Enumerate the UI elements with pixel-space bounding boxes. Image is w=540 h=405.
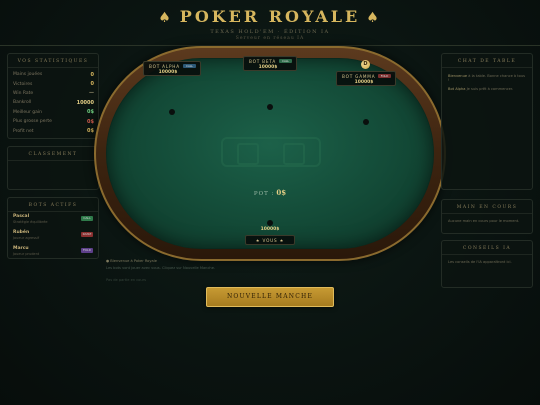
stat-value: 0$ — [87, 128, 94, 135]
chat-author: Bot Alpha — [448, 87, 466, 91]
leaderboard-panel: CLASSEMENT — [7, 146, 99, 190]
player-action-badge: CALL — [81, 216, 93, 221]
log-message: Les bots vont jouer avec vous. Cliquez s… — [106, 266, 216, 270]
chat-title: CHAT DE TABLE — [442, 54, 532, 68]
player-action-badge: FOLD — [81, 248, 93, 253]
seat-bot-alpha[interactable]: BOT ALPHA 10000$ CALL — [143, 61, 201, 76]
dealer-button: D — [361, 60, 370, 69]
new-round-button[interactable]: NOUVELLE MANCHE — [206, 287, 334, 307]
stat-value: 10000 — [76, 99, 94, 106]
app-subtitle: TEXAS HOLD'EM · ÉDITION IA — [210, 29, 330, 35]
stat-value: 0$ — [87, 118, 94, 125]
stat-label: Profit net — [13, 128, 34, 134]
seat-marker — [169, 109, 175, 115]
stats-title: VOS STATISTIQUES — [8, 54, 98, 68]
stat-label: Mains jouées — [13, 72, 43, 78]
stat-value: 0$ — [87, 109, 94, 116]
seat-you[interactable]: ★ VOUS ★ — [245, 235, 295, 245]
seat-name: ★ VOUS ★ — [255, 238, 285, 243]
seat-action-badge: FOLD — [378, 74, 391, 78]
seat-chips: 10000$ — [354, 80, 374, 85]
chat-panel: CHAT DE TABLE Bienvenue à la table. Bonn… — [441, 53, 533, 190]
log-welcome: ● Bienvenue à Poker Royale — [106, 259, 157, 263]
stat-label: Win Rate — [13, 90, 34, 96]
stat-row: Win Rate — — [8, 89, 98, 98]
stat-value: — — [89, 90, 94, 97]
chat-message: Bienvenue à la table. Bonne chance à tou… — [442, 68, 532, 82]
ai-players-panel: BOTS ACTIFS Pascal Stratégie équilibrée … — [7, 197, 99, 259]
app-title: ♠ POKER ROYALE ♠ — [0, 7, 540, 26]
seat-marker — [267, 104, 273, 110]
app-subtitle-secondary: Serveur en réseau IA — [235, 36, 305, 41]
header: ♠ POKER ROYALE ♠ TEXAS HOLD'EM · ÉDITION I… — [0, 0, 540, 46]
stat-row: Meilleur gain 0$ — [8, 108, 98, 117]
ai-advice-text: Les conseils de l'IA apparaîtront ici. — [448, 260, 512, 264]
stat-value: 0 — [90, 81, 94, 88]
seat-chips: 10000$ — [158, 70, 178, 75]
player-chips: 10000$ — [260, 227, 280, 232]
ai-advice-title: CONSEILS IA — [442, 241, 532, 255]
spade-icon: ♠ — [366, 10, 382, 26]
stats-panel: VOS STATISTIQUES Mains jouées 0 Victoires… — [7, 53, 99, 139]
spade-icon: ♠ — [158, 10, 174, 26]
seat-bot-beta[interactable]: BOT BETA 10000$ CALL — [243, 56, 297, 71]
list-item[interactable]: Marcu Joueur prudent FOLD — [8, 244, 98, 260]
list-item[interactable]: Pascal Stratégie équilibrée CALL — [8, 212, 98, 228]
list-item[interactable]: Rubén Joueur agressif RAISE — [8, 228, 98, 244]
current-hand-panel: MAIN EN COURS Aucune main en cours pour … — [441, 199, 533, 234]
log-status: Pas de partie en cours — [106, 278, 147, 282]
seat-marker — [363, 119, 369, 125]
player-action-badge: RAISE — [81, 232, 93, 237]
stat-label: Meilleur gain — [13, 109, 43, 115]
stat-row: Profit net 0$ — [8, 126, 98, 135]
chat-text: Je suis prêt à commencer. — [466, 87, 514, 91]
seat-marker — [267, 220, 273, 226]
pot-display: POT :0$ — [107, 180, 433, 199]
stat-row: Bankroll 10000 — [8, 98, 98, 107]
chat-author: Bienvenue — [448, 74, 468, 78]
app-title-text: POKER ROYALE — [179, 7, 361, 26]
chat-message: Bot Alpha Je suis prêt à commencer. — [442, 82, 532, 91]
stat-label: Plus grosse perte — [13, 119, 52, 125]
seat-action-badge: CALL — [183, 64, 196, 68]
current-hand-text: Aucune main en cours pour le moment. — [448, 219, 520, 223]
stat-value: 0 — [90, 71, 94, 78]
stat-row: Plus grosse perte 0$ — [8, 117, 98, 126]
ai-players-title: BOTS ACTIFS — [8, 198, 98, 212]
current-hand-title: MAIN EN COURS — [442, 200, 532, 214]
table-logo-watermark — [221, 137, 321, 167]
stat-row: Victoires 0 — [8, 79, 98, 88]
pot-value: 0$ — [276, 188, 287, 197]
stat-label: Bankroll — [13, 100, 32, 106]
leaderboard-title: CLASSEMENT — [8, 147, 98, 161]
pot-label: POT : — [253, 191, 275, 197]
stat-label: Victoires — [13, 81, 33, 87]
ai-advice-panel: CONSEILS IA Les conseils de l'IA apparaî… — [441, 240, 533, 288]
seat-chips: 10000$ — [258, 65, 278, 70]
stat-row: Mains jouées 0 — [8, 70, 98, 79]
seat-bot-gamma[interactable]: BOT GAMMA 10000$ FOLD — [336, 71, 396, 86]
seat-action-badge: CALL — [279, 59, 292, 63]
